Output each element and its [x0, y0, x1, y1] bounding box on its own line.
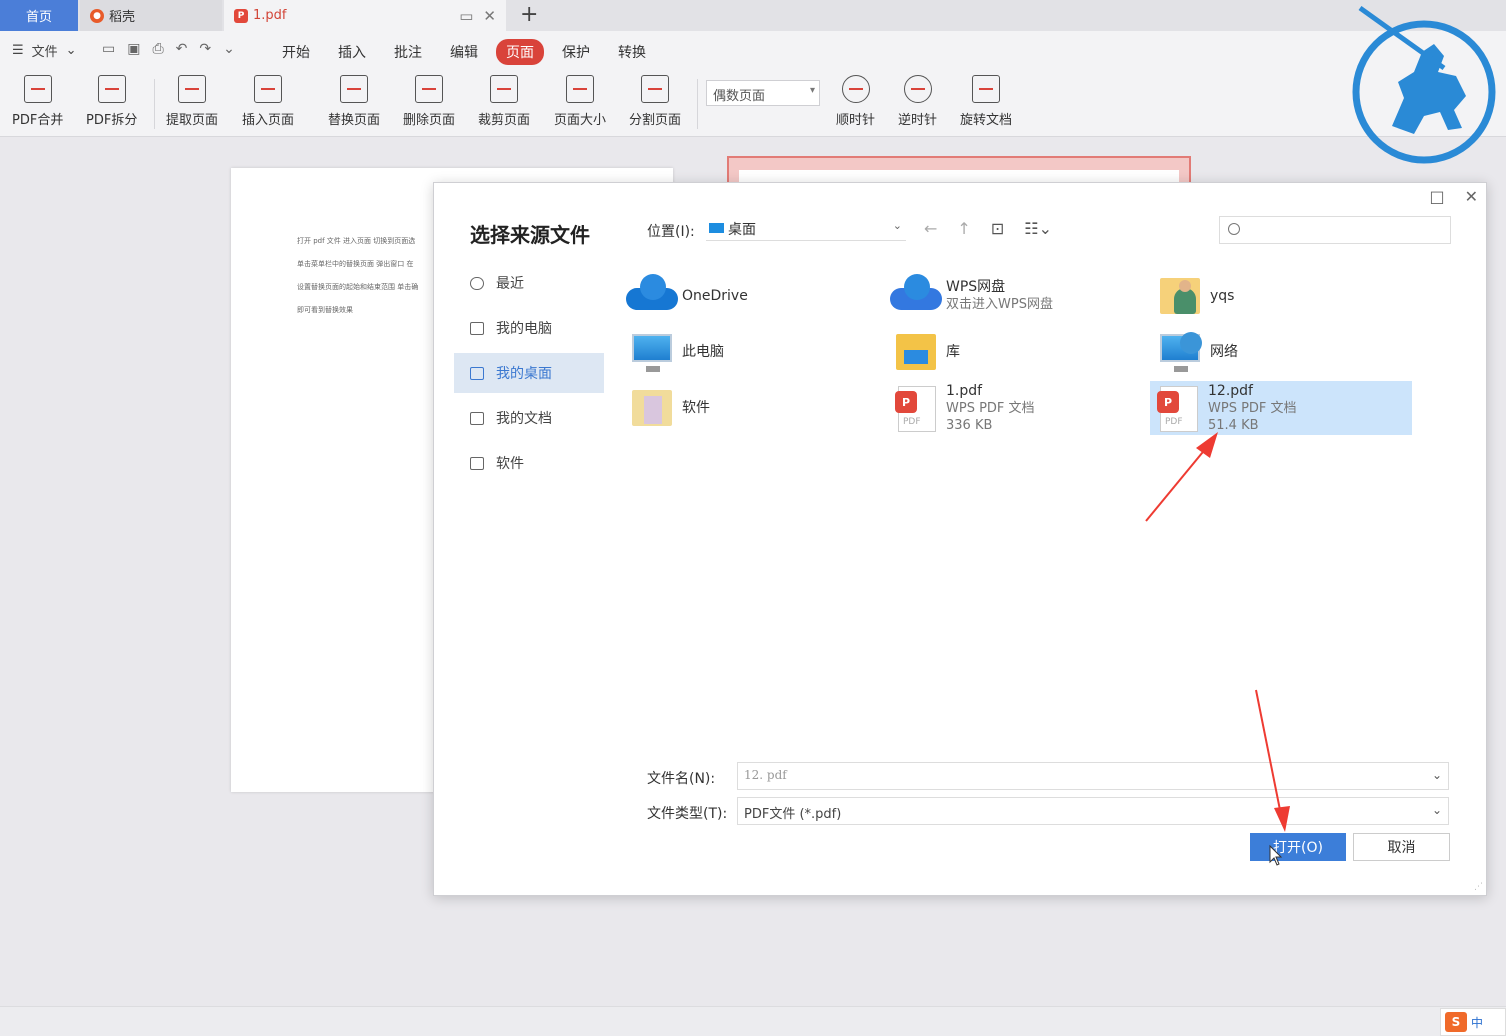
- annotation-arrow-line: [1255, 689, 1282, 816]
- sogou-icon: S: [1445, 1012, 1467, 1032]
- annotation-arrowhead: [1196, 432, 1218, 458]
- annotation-arrow-line: [1145, 446, 1208, 522]
- mouse-cursor-icon: [1269, 844, 1283, 866]
- annotation-arrows: [1145, 432, 1290, 866]
- annotation-arrowhead: [1274, 806, 1290, 832]
- input-method-indicator[interactable]: S中: [1440, 1008, 1506, 1036]
- status-bar: S中: [0, 1006, 1506, 1036]
